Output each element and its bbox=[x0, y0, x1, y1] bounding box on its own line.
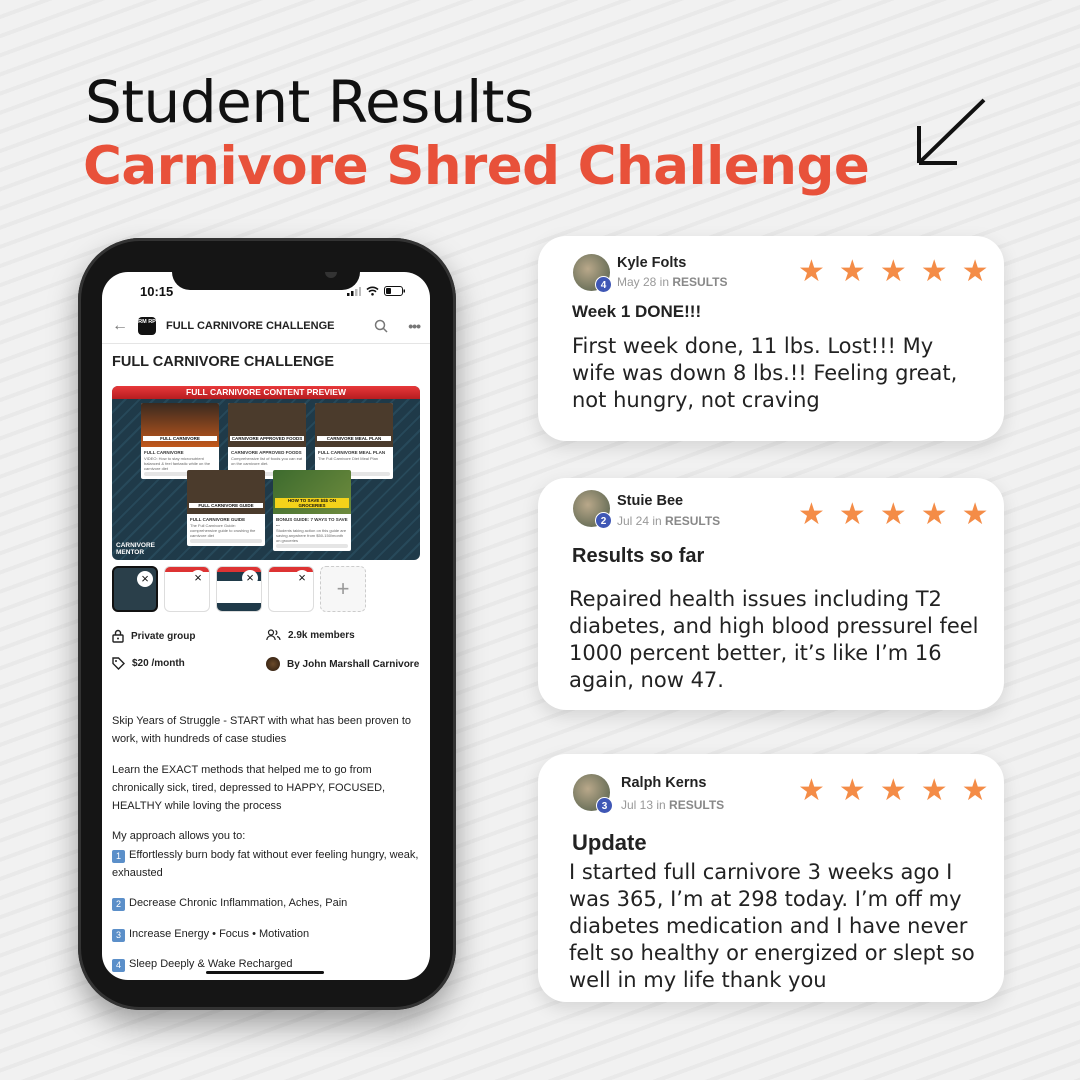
wifi-icon bbox=[366, 286, 379, 296]
headline-line1: Student Results bbox=[85, 68, 534, 136]
star-icon: ★ bbox=[961, 498, 989, 531]
signal-icon bbox=[347, 286, 361, 296]
owner-avatar bbox=[266, 657, 280, 671]
page-title: FULL CARNIVORE CHALLENGE bbox=[112, 354, 335, 370]
star-icon: ★ bbox=[920, 774, 948, 807]
media-thumbnails: × × × × + bbox=[112, 566, 366, 612]
star-icon: ★ bbox=[838, 774, 866, 807]
status-icons bbox=[347, 286, 406, 296]
reviewer-name[interactable]: Kyle Folts bbox=[617, 255, 686, 271]
preview-banner: FULL CARNIVORE CONTENT PREVIEW bbox=[112, 386, 420, 399]
review-title: Update bbox=[572, 830, 647, 855]
number-1-icon: 1 bbox=[112, 849, 125, 863]
notch bbox=[172, 272, 360, 290]
reviewer-name[interactable]: Stuie Bee bbox=[617, 493, 683, 509]
star-icon: ★ bbox=[838, 498, 866, 531]
close-icon[interactable]: × bbox=[137, 571, 153, 587]
thumbnail[interactable]: × bbox=[268, 566, 314, 612]
close-icon[interactable]: × bbox=[190, 570, 206, 586]
search-icon[interactable] bbox=[374, 319, 388, 333]
review-body: Repaired health issues including T2 diab… bbox=[569, 587, 979, 692]
star-icon: ★ bbox=[798, 255, 825, 288]
thumbnail[interactable]: × bbox=[216, 566, 262, 612]
members-count[interactable]: 2.9k members bbox=[266, 629, 355, 641]
preview-card: CARNIVORE MEAL PLAN FULL CARNIVORE MEAL … bbox=[315, 403, 393, 479]
review-title: Results so far bbox=[572, 545, 705, 567]
reviewer-name[interactable]: Ralph Kerns bbox=[621, 775, 706, 791]
back-arrow-icon[interactable]: ← bbox=[112, 317, 128, 335]
star-icon: ★ bbox=[798, 498, 825, 531]
close-icon[interactable]: × bbox=[242, 570, 258, 586]
preview-card: HOW TO SAVE $$$ ON GROCERIES BONUS GUIDE… bbox=[273, 470, 351, 551]
more-icon[interactable]: ••• bbox=[408, 318, 421, 334]
app-bar: ← RM RP FULL CARNIVORE CHALLENGE ••• bbox=[102, 308, 430, 344]
preview-card: FULL CARNIVORE FULL CARNIVORE VIDEO: How … bbox=[141, 403, 219, 479]
owner-info[interactable]: By John Marshall Carnivore bbox=[266, 657, 419, 671]
phone-screen: 10:15 ← RM RP FULL CARNIVORE CHALLENGE •… bbox=[102, 272, 430, 980]
add-media-button[interactable]: + bbox=[320, 566, 366, 612]
price-tag-icon bbox=[112, 657, 125, 670]
home-indicator[interactable] bbox=[206, 971, 324, 974]
review-date: Jul 13 in RESULTS bbox=[621, 798, 725, 812]
review-date: Jul 24 in RESULTS bbox=[617, 514, 721, 528]
star-rating: ★ ★ ★ ★ ★ bbox=[798, 257, 989, 287]
privacy-info: Private group bbox=[112, 629, 195, 643]
level-badge: 4 bbox=[595, 276, 612, 293]
group-logo: RM RP bbox=[138, 316, 156, 335]
star-icon: ★ bbox=[798, 774, 825, 807]
star-rating: ★ ★ ★ ★ ★ bbox=[798, 500, 989, 530]
price-info: $20 /month bbox=[112, 657, 185, 670]
star-icon: ★ bbox=[961, 774, 989, 807]
number-3-icon: 3 bbox=[112, 928, 125, 942]
review-card: 2 Stuie Bee Jul 24 in RESULTS ★ ★ ★ ★ ★ Resu… bbox=[538, 478, 1004, 710]
preview-card: CARNIVORE APPROVED FOODS CARNIVORE APPRO… bbox=[228, 403, 306, 479]
star-icon: ★ bbox=[961, 255, 989, 288]
review-card: 3 Ralph Kerns Jul 13 in RESULTS ★ ★ ★ ★ ★ Up… bbox=[538, 754, 1004, 1002]
headline-line2: Carnivore Shred Challenge bbox=[83, 136, 870, 197]
members-icon bbox=[266, 629, 281, 641]
star-icon: ★ bbox=[879, 774, 907, 807]
close-icon[interactable]: × bbox=[294, 570, 310, 586]
status-time: 10:15 bbox=[140, 284, 174, 299]
preview-brand: CARNIVORE MENTOR bbox=[116, 542, 156, 556]
group-description: Skip Years of Struggle - START with what… bbox=[112, 715, 419, 972]
review-date: May 28 in RESULTS bbox=[617, 275, 728, 289]
review-body: I started full carnivore 3 weeks ago I w… bbox=[569, 860, 975, 992]
review-body: First week done, 11 lbs. Lost!!! My wife… bbox=[572, 334, 958, 412]
star-rating: ★ ★ ★ ★ ★ bbox=[798, 776, 989, 806]
phone-mockup: 10:15 ← RM RP FULL CARNIVORE CHALLENGE •… bbox=[78, 238, 456, 1010]
arrow-down-left-icon bbox=[917, 98, 986, 165]
preview-card: FULL CARNIVORE GUIDE FULL CARNIVORE GUID… bbox=[187, 470, 265, 546]
app-bar-title: FULL CARNIVORE CHALLENGE bbox=[166, 319, 335, 332]
star-icon: ★ bbox=[920, 255, 948, 288]
number-4-icon: 4 bbox=[112, 958, 125, 972]
lock-icon bbox=[112, 629, 124, 643]
star-icon: ★ bbox=[838, 255, 866, 288]
review-card: 4 Kyle Folts May 28 in RESULTS ★ ★ ★ ★ ★ Wee… bbox=[538, 236, 1004, 441]
review-title: Week 1 DONE!!! bbox=[572, 302, 702, 321]
level-badge: 3 bbox=[596, 797, 613, 814]
battery-icon bbox=[384, 286, 405, 296]
number-2-icon: 2 bbox=[112, 898, 125, 912]
level-badge: 2 bbox=[595, 512, 612, 529]
star-icon: ★ bbox=[879, 498, 907, 531]
content-preview-image[interactable]: FULL CARNIVORE CONTENT PREVIEW FULL CARN… bbox=[112, 386, 420, 560]
star-icon: ★ bbox=[879, 255, 907, 288]
star-icon: ★ bbox=[920, 498, 948, 531]
thumbnail[interactable]: × bbox=[112, 566, 158, 612]
thumbnail[interactable]: × bbox=[164, 566, 210, 612]
